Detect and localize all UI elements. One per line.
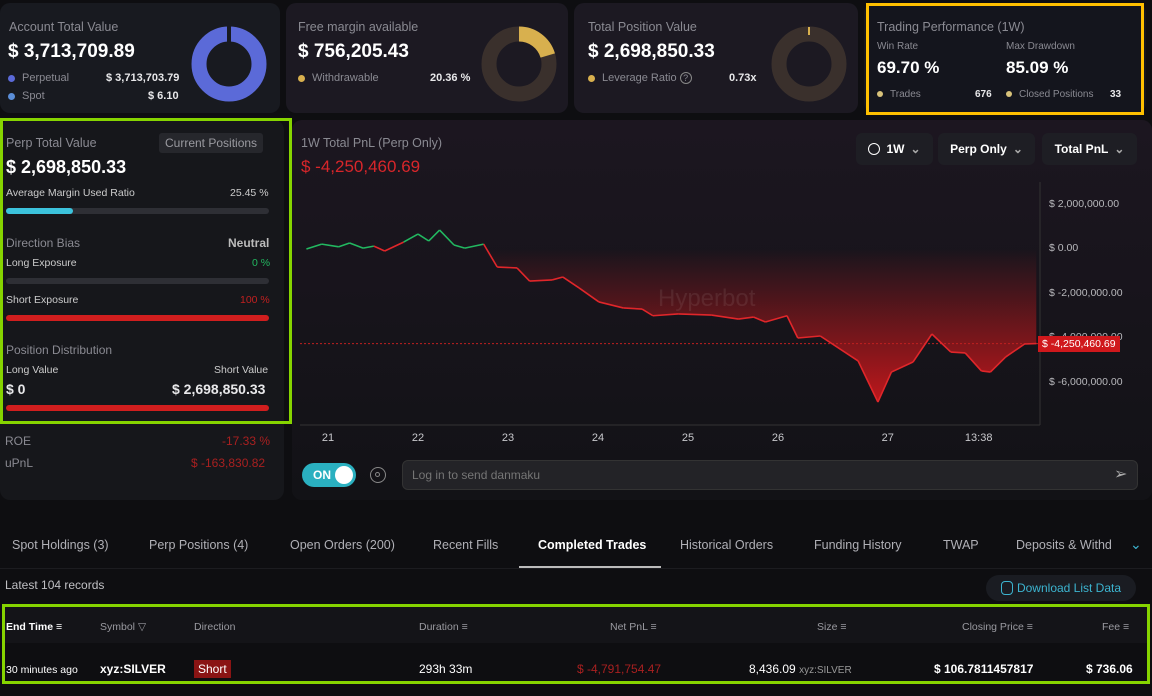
- pnl-line-segment: [529, 279, 553, 282]
- pnl-chart: [300, 182, 1041, 426]
- records-count: Latest 104 records: [5, 578, 105, 592]
- x-tick-label: 21: [321, 432, 335, 444]
- tab-0[interactable]: Spot Holdings (3): [12, 538, 109, 552]
- x-tick-label: 13:38: [964, 432, 993, 444]
- tab-1[interactable]: Perp Positions (4): [149, 538, 248, 552]
- pnl-area-fill: [306, 249, 1037, 403]
- x-tick-label: 22: [411, 432, 425, 444]
- send-icon[interactable]: ➢: [1114, 464, 1127, 484]
- x-tick-label: 25: [681, 432, 695, 444]
- pnl-line-segment: [623, 307, 643, 310]
- highlight-box: [2, 604, 1150, 684]
- pnl-line-segment: [417, 233, 430, 242]
- x-tick-label: 26: [771, 432, 785, 444]
- tab-4[interactable]: Completed Trades: [538, 538, 646, 552]
- x-tick-label: 24: [591, 432, 605, 444]
- download-list-button[interactable]: Download List Data: [986, 575, 1136, 601]
- x-tick-label: 23: [501, 432, 515, 444]
- y-tick-label: $ -2,000,000.00: [1049, 286, 1123, 299]
- y-tick-label: $ 0.00: [1049, 242, 1079, 254]
- pnl-line-segment: [373, 245, 386, 252]
- current-value-tag: $ -4,250,460.69: [1038, 336, 1120, 352]
- download-icon: [1000, 581, 1013, 595]
- x-tick-label: 27: [881, 432, 894, 444]
- tab-8[interactable]: Deposits & Withd: [1016, 538, 1112, 552]
- tab-7[interactable]: TWAP: [943, 538, 979, 552]
- pnl-line-segment: [950, 351, 966, 354]
- pnl-line-segment: [321, 243, 339, 248]
- pnl-line-segment: [453, 244, 466, 249]
- danmaku-toggle[interactable]: ON: [302, 463, 356, 487]
- tab-3[interactable]: Recent Fills: [433, 538, 498, 552]
- settings-icon[interactable]: [370, 467, 386, 483]
- pnl-line-segment: [678, 313, 712, 316]
- pnl-line-segment: [497, 266, 518, 269]
- pnl-line-segment: [349, 242, 364, 249]
- pnl-line-segment: [428, 229, 441, 242]
- chevron-down-icon[interactable]: ⌄: [1130, 536, 1142, 553]
- y-tick-label: $ -6,000,000.00: [1049, 375, 1123, 388]
- tab-2[interactable]: Open Orders (200): [290, 538, 395, 552]
- pnl-line-segment: [338, 242, 350, 248]
- hyperbot-watermark: Hyperbot: [658, 285, 756, 312]
- y-tick-label: $ 2,000,000.00: [1049, 197, 1120, 210]
- tab-6[interactable]: Funding History: [814, 538, 902, 552]
- tab-5[interactable]: Historical Orders: [680, 538, 773, 552]
- pnl-line-segment: [439, 229, 455, 246]
- pnl-line-segment: [981, 370, 991, 373]
- pnl-line-segment: [306, 243, 322, 250]
- pnl-line-segment: [464, 243, 484, 249]
- danmaku-input[interactable]: [402, 460, 1138, 490]
- pnl-line-segment: [362, 245, 375, 249]
- pnl-line-segment: [403, 233, 419, 243]
